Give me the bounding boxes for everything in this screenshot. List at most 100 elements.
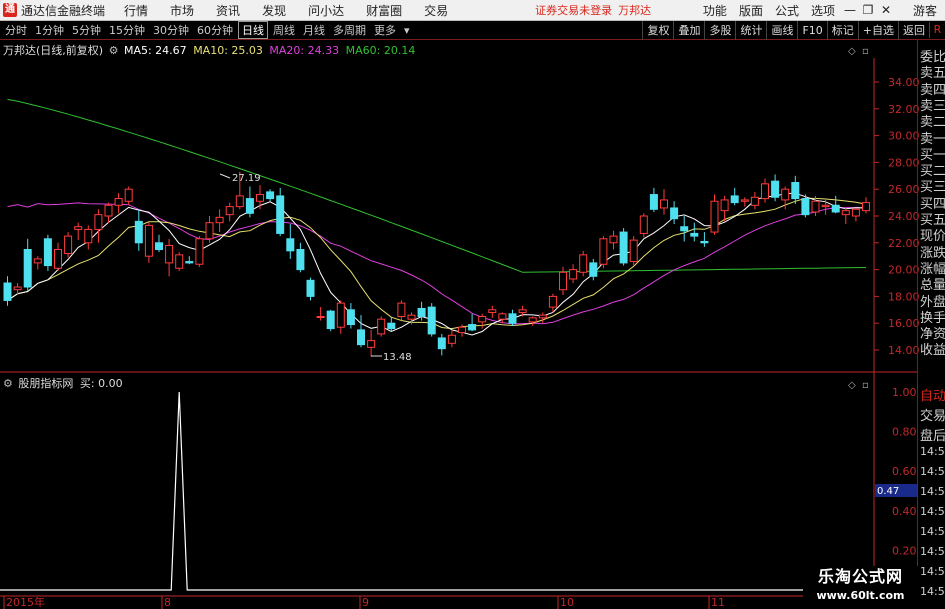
candle-body [407,314,416,320]
draw-line-button[interactable]: 画线 [766,20,797,40]
candle-body [488,309,497,313]
indicator-name[interactable]: 股朋指标网 [18,377,73,390]
chart-frame [0,58,917,609]
period-fenshi[interactable]: 分时 [2,22,30,38]
low-annotation: 13.48 [383,352,412,363]
price-tick-label: 18.00 [888,290,920,303]
candle-body [831,204,840,213]
candle-body [84,228,93,244]
candle-body [528,317,537,323]
candle-up [660,189,668,215]
add-watchlist-button[interactable]: +自选 [857,20,898,40]
candle-down [346,303,355,329]
period-15min[interactable]: 15分钟 [106,22,148,38]
menu-xuanxiang[interactable]: 选项 [805,2,841,19]
watermark-url: www.60lt.com [816,589,905,602]
trade-time: 14:56 [920,545,945,558]
mark-button[interactable]: 标记 [826,20,858,40]
candle-down [508,309,517,326]
stats-button[interactable]: 统计 [735,20,766,40]
chart-area[interactable]: 34.00 32.00 30.00 28.00 26.00 24.00 22.00 20.00… [0,40,945,609]
candle-body [74,226,83,230]
broker-name[interactable]: 万邦达 [618,2,651,18]
indicator-buy-line [0,391,872,591]
site-watermark: 乐淘公式网 www.60lt.com [803,566,918,609]
ind-diamond-icon[interactable]: ◇ [848,380,856,391]
candle-up [175,252,184,271]
close-icon[interactable]: ✕ [877,3,895,17]
restore-icon[interactable]: ❐ [859,3,877,17]
candle-up [94,209,103,243]
period-daily[interactable]: 日线 [238,21,268,39]
menu-faxian[interactable]: 发现 [251,2,297,19]
candle-down [791,175,800,204]
period-monthly[interactable]: 月线 [300,22,328,38]
stock-name[interactable]: 万邦达(日线,前复权) [3,44,103,57]
menu-wenxiaoda[interactable]: 问小达 [297,2,355,19]
candle-body [811,200,820,213]
candle-body [498,313,507,320]
candle-body [54,249,62,269]
period-multi[interactable]: 多周期 [330,22,369,38]
candle-body [791,182,800,200]
candle-body [821,204,830,208]
menu-shichang[interactable]: 市场 [159,2,205,19]
candle-down [23,238,32,292]
candle-body [144,224,153,257]
trade-time: 14:56 [920,485,945,498]
candle-body [862,202,870,212]
candle-body [326,310,335,330]
period-weekly[interactable]: 周线 [270,22,298,38]
menu-banmian[interactable]: 版面 [733,2,769,19]
indicator-panel [0,391,872,591]
indicator-axis: 1.00 0.80 0.60 0.40 0.20 0.47 [875,386,917,557]
period-more-arrow-icon[interactable]: ▾ [401,24,413,37]
candle-up [367,329,376,357]
guest-label[interactable]: 游客 [913,2,937,19]
candle-body [761,183,769,200]
candle-down [155,234,163,253]
diamond-icon[interactable]: ◇ [848,46,856,57]
candle-up [316,307,325,321]
period-more[interactable]: 更多 [371,22,399,38]
fuquan-button[interactable]: 复权 [642,20,673,40]
candle-up [488,305,497,318]
menu-gongneng[interactable]: 功能 [697,2,733,19]
period-30min[interactable]: 30分钟 [150,22,192,38]
period-1min[interactable]: 1分钟 [32,22,67,38]
minimize-icon[interactable]: — [841,3,859,17]
menu-gongshi[interactable]: 公式 [769,2,805,19]
candle-body [13,286,22,291]
layout-icon[interactable]: R [929,22,945,38]
f10-button[interactable]: F10 [797,20,826,40]
candle-body [357,329,365,346]
legend-gear-icon[interactable]: ⚙ [109,44,119,57]
menu-caifuquan[interactable]: 财富圈 [355,2,413,19]
kline-chart[interactable]: 34.00 32.00 30.00 28.00 26.00 24.00 22.00 20.00… [0,40,945,609]
price-tick-label: 16.00 [888,317,920,330]
menu-jiaoyi[interactable]: 交易 [413,2,459,19]
panel-mode-label[interactable]: 自动 [920,385,945,404]
candle-down [296,242,305,273]
overlay-button[interactable]: 叠加 [673,20,704,40]
candle-up [205,216,214,243]
candle-up [750,191,759,210]
candle-up [144,222,153,263]
multi-stock-button[interactable]: 多股 [704,20,735,40]
period-60min[interactable]: 60分钟 [194,22,236,38]
indicator-gear-icon[interactable]: ⚙ [3,377,13,390]
period-5min[interactable]: 5分钟 [69,22,104,38]
candle-body [367,340,376,348]
candle-body [740,199,749,202]
trade-time: 14:56 [920,505,945,518]
candle-down [690,222,699,242]
ind-square-icon[interactable]: ▫ [862,380,869,391]
candle-body [316,316,325,318]
back-button[interactable]: 返回 [898,20,929,40]
square-icon[interactable]: ▫ [862,46,869,57]
menu-zixun[interactable]: 资讯 [205,2,251,19]
candle-down [680,216,689,242]
login-notice[interactable]: 证券交易未登录 [535,2,612,18]
candle-body [629,239,638,263]
menu-hangqing[interactable]: 行情 [113,2,159,19]
